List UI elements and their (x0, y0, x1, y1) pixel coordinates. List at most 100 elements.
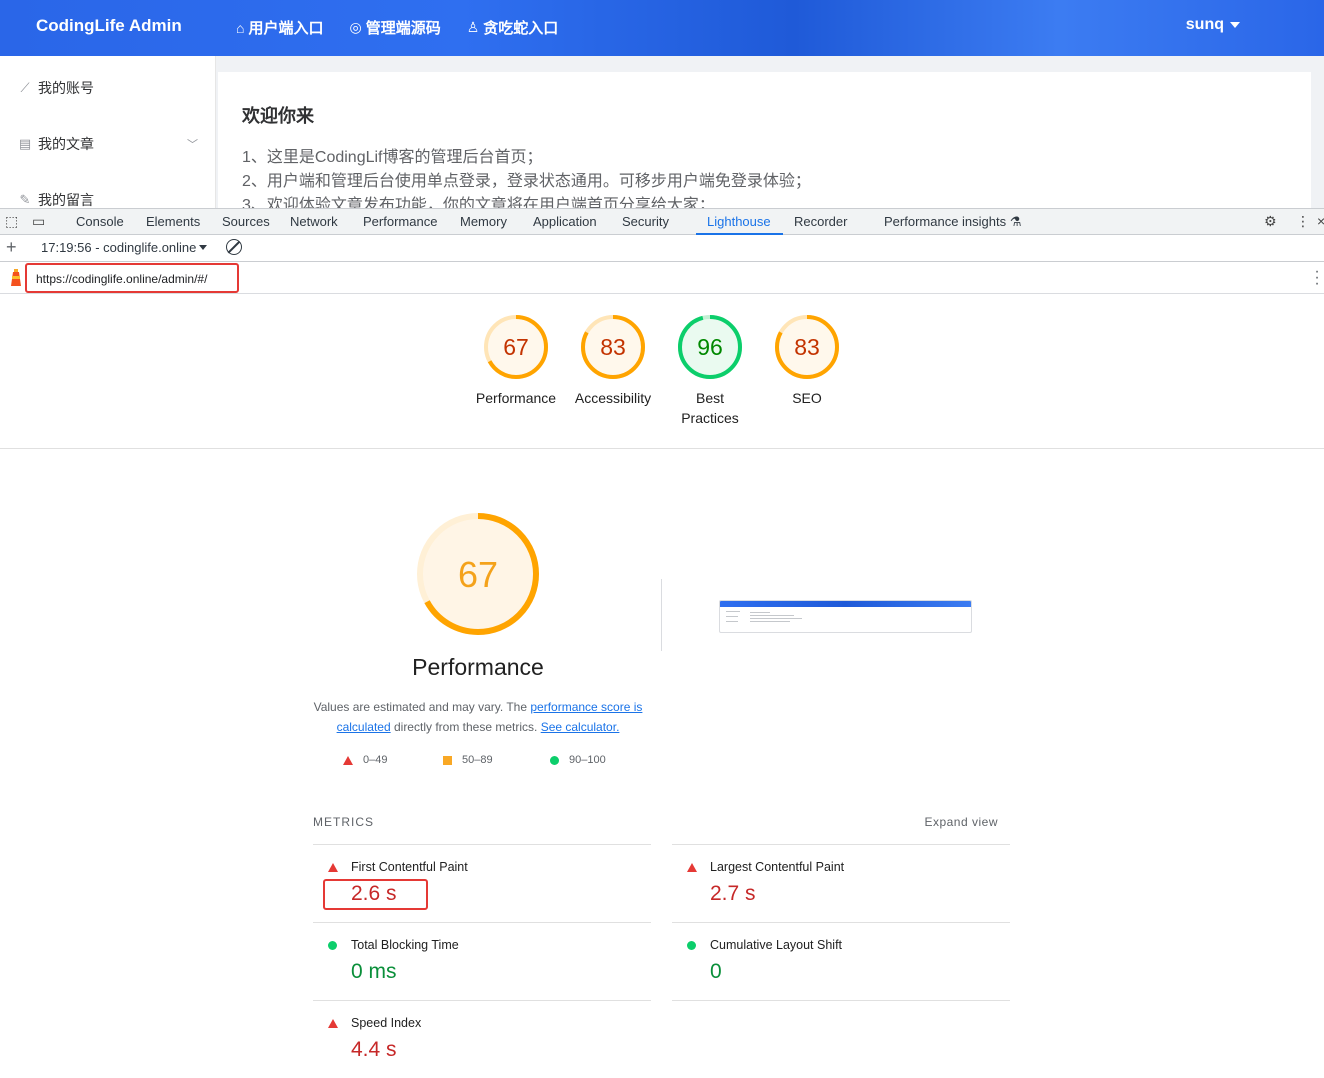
gauge-label: Best Practices (681, 390, 739, 426)
tab-performance-insights[interactable]: Performance insights ⚗ (884, 214, 1021, 230)
expand-view-button[interactable]: Expand view (924, 815, 998, 829)
thumb-line (750, 612, 770, 613)
gauge-seo[interactable]: 83 SEO (759, 314, 855, 408)
gauge-label: SEO (792, 390, 822, 406)
metric-name: First Contentful Paint (351, 860, 468, 874)
caret-down-icon (199, 245, 208, 250)
nav-label: 贪吃蛇入口 (483, 20, 559, 37)
metric-value: 2.7 s (710, 882, 756, 905)
thumb-line (750, 615, 794, 616)
tab-memory[interactable]: Memory (460, 214, 507, 229)
thumb-header (720, 601, 971, 607)
gauge-ring: 67 (484, 315, 548, 379)
final-screenshot-thumbnail[interactable] (719, 600, 972, 633)
performance-score: 67 (458, 554, 498, 595)
nav-admin-source[interactable]: ◎ 管理端源码 (349, 17, 440, 38)
metric-name: Cumulative Layout Shift (710, 938, 843, 952)
welcome-title: 欢迎你来 (242, 106, 314, 126)
device-toolbar-icon[interactable]: ▭ (32, 213, 45, 230)
github-icon: ◎ (349, 19, 362, 35)
legend-fail: 0–49 (343, 754, 387, 766)
lighthouse-toolbar: + 17:19:56 - codinglife.online (0, 235, 1324, 262)
fail-triangle-icon (687, 863, 697, 872)
sidebar-item-messages[interactable]: ✎ 我的留言 (18, 190, 198, 208)
gauge-label: Performance (475, 390, 557, 406)
tab-console[interactable]: Console (76, 214, 124, 229)
gauge-score: 67 (503, 334, 529, 360)
report-url[interactable]: https://codinglife.online/admin/#/ (25, 263, 239, 293)
clear-reports-icon[interactable] (226, 239, 242, 255)
welcome-line: 2、用户端和管理后台使用单点登录，登录状态通用。可移步用户端免登录体验； (242, 173, 811, 190)
triangle-icon (343, 755, 353, 765)
gauge-accessibility[interactable]: 83 Accessibility (565, 314, 661, 408)
metric-value: 0 (710, 960, 722, 983)
report-select-value: 17:19:56 - codinglife.online (41, 240, 197, 255)
welcome-line: 1、这里是CodingLif博客的管理后台首页； (242, 149, 543, 166)
metric-value: 4.4 s (351, 1038, 397, 1061)
performance-description: Values are estimated and may vary. The p… (313, 697, 643, 737)
gauge-score: 83 (600, 334, 626, 360)
settings-gear-icon[interactable]: ⚙ (1264, 213, 1277, 230)
devtools-tab-strip: ⬚ ▭ Console Elements Sources Network Per… (0, 208, 1324, 235)
sidebar-item-articles[interactable]: ▤ 我的文章 ﹀ (18, 134, 198, 154)
nav-user-portal[interactable]: ⌂ 用户端入口 (236, 17, 323, 38)
metric-largest-contentful-paint: Largest Contentful Paint 2.7 s (672, 844, 1010, 922)
metrics-header: METRICS Expand view (313, 815, 998, 829)
sidebar-item-label: 我的账号 (38, 80, 94, 96)
tab-network[interactable]: Network (290, 214, 338, 229)
thumb-line (750, 621, 790, 622)
score-summary: 67 Performance 83 Accessibility 96 Best … (0, 294, 1324, 449)
user-icon: ♙ (466, 19, 480, 35)
legend-average: 50–89 (443, 754, 493, 766)
calculator-link[interactable]: See calculator. (541, 720, 620, 734)
report-select[interactable]: 17:19:56 - codinglife.online (41, 240, 208, 255)
gauge-score: 83 (794, 334, 820, 360)
metric-name: Total Blocking Time (351, 938, 459, 952)
gauge-performance[interactable]: 67 Performance (468, 314, 564, 408)
tab-security[interactable]: Security (622, 214, 669, 229)
home-icon: ⌂ (236, 19, 245, 36)
metric-total-blocking-time: Total Blocking Time 0 ms (313, 922, 651, 1000)
tab-sources[interactable]: Sources (222, 214, 270, 229)
metrics-label: METRICS (313, 815, 374, 829)
sidebar-item-label: 我的留言 (38, 192, 94, 208)
close-icon[interactable]: × (1317, 213, 1324, 229)
thumb-line (726, 621, 738, 622)
report-url-bar: https://codinglife.online/admin/#/ · · · (0, 262, 1324, 294)
brand-logo[interactable]: CodingLife Admin (36, 16, 182, 36)
nav-label: 用户端入口 (248, 20, 324, 37)
pass-circle-icon (687, 941, 696, 950)
legend-range: 50–89 (462, 754, 493, 766)
tab-recorder[interactable]: Recorder (794, 214, 847, 229)
nav-snake-game[interactable]: ♙ 贪吃蛇入口 (467, 17, 559, 38)
more-options-icon[interactable]: ⋮ (1296, 213, 1310, 230)
new-report-icon[interactable]: + (6, 237, 17, 258)
sidebar-item-label: 我的文章 (38, 136, 94, 152)
sidebar-item-account[interactable]: ⟋ 我的账号 (18, 78, 198, 98)
gauge-best-practices[interactable]: 96 Best Practices (662, 314, 758, 428)
pass-circle-icon (328, 941, 337, 950)
tab-elements[interactable]: Elements (146, 214, 200, 229)
metric-speed-index: Speed Index 4.4 s (313, 1000, 651, 1078)
tab-performance[interactable]: Performance (363, 214, 437, 229)
nav-label: 管理端源码 (365, 20, 441, 37)
flask-icon: ⚗ (1009, 214, 1022, 229)
metric-name: Largest Contentful Paint (710, 860, 845, 874)
chevron-down-icon: ﹀ (187, 139, 198, 151)
app-header: CodingLife Admin ⌂ 用户端入口 ◎ 管理端源码 ♙ 贪吃蛇入口… (0, 0, 1324, 56)
performance-section: 67 Performance Values are estimated and … (0, 449, 1324, 1068)
user-menu[interactable]: sunq (1186, 16, 1240, 34)
inspect-element-icon[interactable]: ⬚ (5, 213, 18, 230)
thumb-line (726, 616, 738, 617)
username: sunq (1185, 16, 1224, 33)
gauge-ring: 96 (678, 315, 742, 379)
metric-cumulative-layout-shift: Cumulative Layout Shift 0 (672, 922, 1010, 1000)
tab-lighthouse[interactable]: Lighthouse (707, 214, 771, 229)
circle-icon (550, 755, 559, 765)
metric-name: Speed Index (351, 1016, 422, 1030)
legend-range: 0–49 (363, 754, 388, 766)
tab-application[interactable]: Application (533, 214, 597, 229)
report-menu-icon[interactable]: · · · (1314, 264, 1320, 292)
thumb-line (726, 611, 740, 612)
welcome-card: 欢迎你来 1、这里是CodingLif博客的管理后台首页； 2、用户端和管理后台… (218, 72, 1311, 208)
